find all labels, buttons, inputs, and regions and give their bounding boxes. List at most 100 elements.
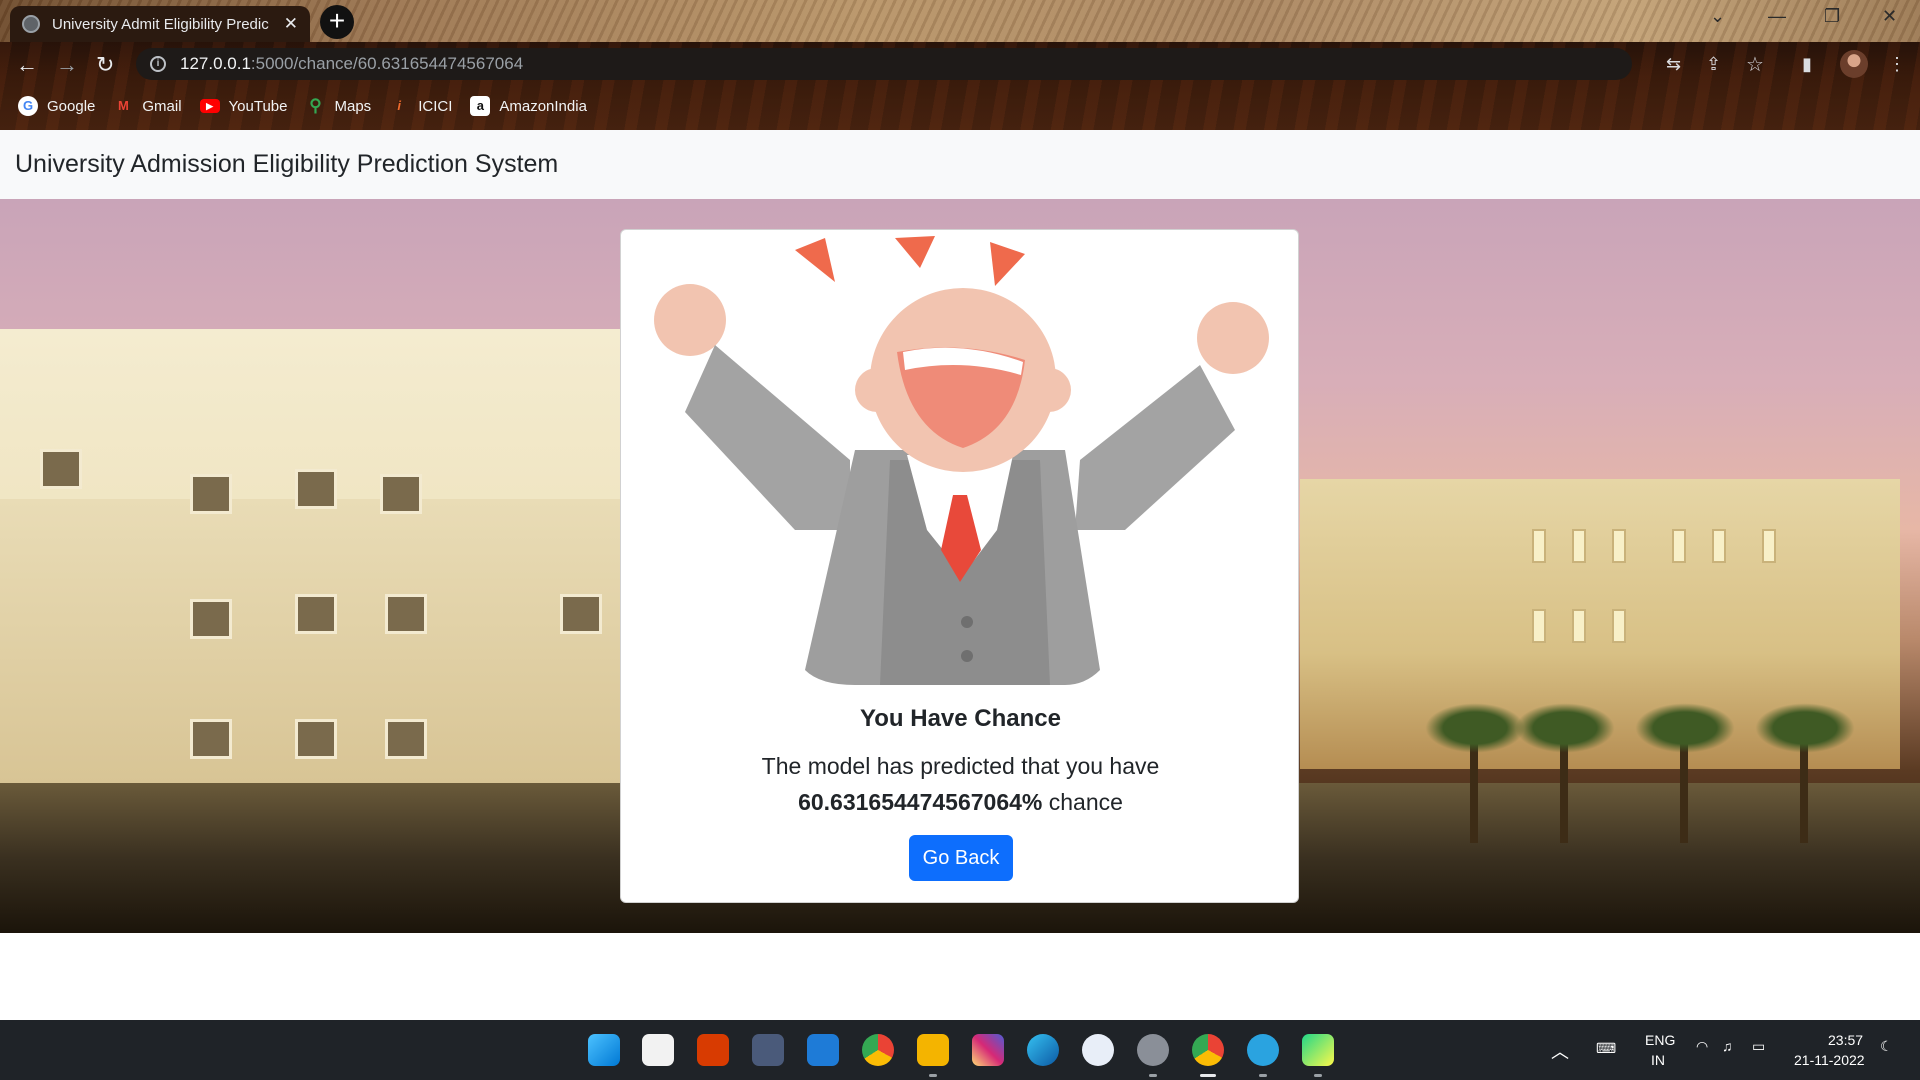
window (190, 474, 232, 514)
bookmark-youtube[interactable]: ▶ YouTube (199, 97, 288, 115)
celebrating-man-illustration (654, 236, 1269, 685)
file-explorer-icon[interactable] (917, 1034, 949, 1066)
share-icon[interactable]: ⇪ (1706, 54, 1721, 75)
window (560, 594, 602, 634)
window (1572, 529, 1586, 563)
pycharm-icon[interactable] (1302, 1034, 1334, 1066)
bookmark-label: Google (47, 97, 96, 115)
window (295, 719, 337, 759)
globe-icon (22, 15, 40, 33)
active-indicator (1200, 1074, 1216, 1077)
google-icon: G (18, 96, 38, 116)
back-icon[interactable]: ← (16, 52, 38, 78)
volume-icon[interactable]: ♫ (1722, 1038, 1733, 1054)
icici-icon: i (397, 98, 401, 113)
instagram-icon[interactable] (972, 1034, 1004, 1066)
tab-title: University Admit Eligibility Predic (52, 15, 269, 33)
running-indicator (1149, 1074, 1157, 1077)
notification-moon-icon[interactable]: ☾ (1880, 1038, 1893, 1055)
translate-icon[interactable]: ⇆ (1666, 54, 1681, 75)
window (1532, 529, 1546, 563)
chance-value: 60.631654474567064% (798, 789, 1043, 815)
burst-mark (895, 236, 935, 268)
settings-gear-icon[interactable] (1137, 1034, 1169, 1066)
close-window-icon[interactable]: ✕ (1882, 6, 1897, 27)
menu-kebab-icon[interactable]: ⋮ (1888, 54, 1906, 75)
ear (1027, 368, 1071, 412)
edge-icon[interactable] (1027, 1034, 1059, 1066)
bookmark-label: YouTube (228, 97, 288, 115)
window (295, 469, 337, 509)
navbar-brand[interactable]: University Admission Eligibility Predict… (15, 150, 558, 179)
palm-tree (1425, 703, 1525, 843)
bookmark-icici[interactable]: i ICICI (389, 96, 452, 116)
clock-date[interactable]: 21-11-2022 (1794, 1052, 1865, 1068)
card-title: You Have Chance (860, 705, 1061, 732)
app-icon[interactable] (1082, 1034, 1114, 1066)
close-tab-icon[interactable]: ✕ (284, 14, 298, 34)
window (380, 474, 422, 514)
address-bar[interactable]: i 127.0.0.1:5000/chance/60.6316544745670… (136, 48, 1764, 80)
reload-icon[interactable]: ↻ (96, 52, 114, 78)
bookmark-label: AmazonIndia (499, 97, 587, 115)
bookmark-star-icon[interactable]: ☆ (1746, 52, 1764, 77)
window (385, 719, 427, 759)
ear (855, 368, 899, 412)
right-arm (1075, 365, 1235, 530)
window (1532, 609, 1546, 643)
page-navbar: University Admission Eligibility Predict… (0, 130, 1920, 199)
window (385, 594, 427, 634)
minimize-icon[interactable]: — (1768, 6, 1786, 27)
browser-tab-strip: University Admit Eligibility Predic ✕ + … (0, 0, 1920, 42)
window (1672, 529, 1686, 563)
window (1612, 609, 1626, 643)
restore-icon[interactable]: ❐ (1824, 6, 1840, 27)
amazon-icon: a (470, 96, 491, 116)
wifi-icon[interactable]: ◠ (1696, 1038, 1708, 1055)
clock-time[interactable]: 23:57 (1828, 1032, 1863, 1048)
forward-icon[interactable]: → (56, 52, 78, 78)
new-tab-button[interactable]: + (320, 5, 354, 39)
window (190, 599, 232, 639)
burst-mark (795, 238, 835, 282)
bookmarks-bar: G Google M Gmail ▶ YouTube ⚲ Maps i ICIC… (0, 86, 587, 126)
telegram-icon[interactable] (1247, 1034, 1279, 1066)
mail-icon[interactable] (807, 1034, 839, 1066)
window (1712, 529, 1726, 563)
browser-toolbar: ← → ↻ i 127.0.0.1:5000/chance/60.6316544… (0, 42, 1920, 130)
browser-tab-active[interactable]: University Admit Eligibility Predic ✕ (10, 6, 310, 42)
palm-tree (1635, 703, 1735, 843)
window (190, 719, 232, 759)
keyboard-icon[interactable]: ⌨ (1596, 1040, 1616, 1057)
office-icon[interactable] (697, 1034, 729, 1066)
bookmark-label: Maps (334, 97, 372, 115)
store-icon[interactable] (642, 1034, 674, 1066)
site-info-icon[interactable]: i (150, 56, 166, 72)
bookmark-label: ICICI (418, 97, 453, 115)
youtube-icon: ▶ (199, 99, 220, 113)
profile-avatar[interactable] (1840, 50, 1868, 78)
left-arm (685, 345, 850, 530)
chevron-up-icon[interactable]: ︿ (1551, 1038, 1569, 1064)
go-back-button[interactable]: Go Back (909, 835, 1013, 881)
bookmark-maps[interactable]: ⚲ Maps (306, 96, 372, 116)
chevron-down-icon[interactable]: ⌄ (1710, 6, 1725, 27)
bookmark-gmail[interactable]: M Gmail (113, 96, 182, 116)
camera-icon[interactable] (752, 1034, 784, 1066)
chrome-icon[interactable] (862, 1034, 894, 1066)
palm-tree (1755, 703, 1855, 843)
window (1762, 529, 1776, 563)
language-code[interactable]: ENG (1645, 1032, 1675, 1048)
side-panel-icon[interactable]: ▮ (1802, 54, 1812, 75)
battery-icon[interactable]: ▭ (1752, 1038, 1765, 1055)
start-windows-icon[interactable] (588, 1034, 620, 1066)
language-region[interactable]: IN (1651, 1052, 1665, 1068)
maps-icon: ⚲ (309, 96, 322, 115)
prediction-result: 60.631654474567064% chance (621, 784, 1300, 820)
window (1612, 529, 1626, 563)
bookmark-amazon[interactable]: a AmazonIndia (470, 96, 587, 116)
chrome-profile-icon[interactable] (1192, 1034, 1224, 1066)
window (40, 449, 82, 489)
bookmark-google[interactable]: G Google (18, 96, 95, 116)
palm-tree (1515, 703, 1615, 843)
